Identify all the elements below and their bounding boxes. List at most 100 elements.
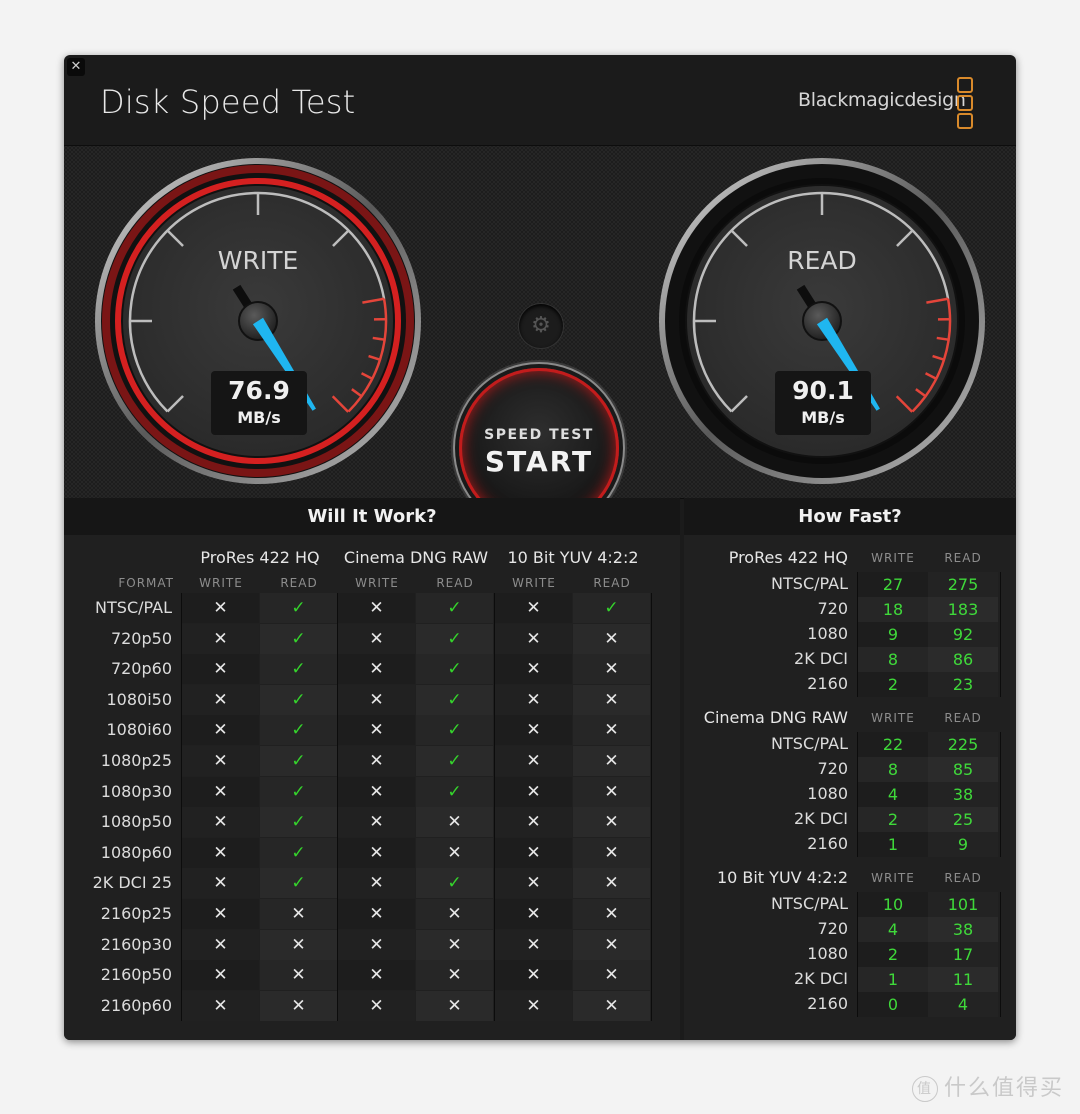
check-icon: ✓ bbox=[260, 593, 337, 623]
close-icon[interactable]: ✕ bbox=[67, 58, 85, 76]
write-speed-cell: 18 bbox=[858, 597, 928, 622]
cross-icon: ✕ bbox=[182, 623, 259, 654]
cross-icon: ✕ bbox=[573, 746, 650, 776]
cross-icon: ✕ bbox=[338, 776, 415, 807]
format-label: 1080p25 bbox=[100, 751, 172, 770]
cross-icon: ✕ bbox=[573, 868, 650, 899]
col-header-read: READ bbox=[944, 871, 982, 885]
read-speed-cell: 225 bbox=[928, 732, 998, 757]
speed-format-label: 2K DCI bbox=[794, 649, 848, 668]
cross-icon: ✕ bbox=[338, 715, 415, 746]
read-speed-cell: 92 bbox=[928, 622, 998, 647]
speed-format-label: 1080 bbox=[807, 624, 848, 643]
check-icon: ✓ bbox=[573, 593, 650, 623]
cross-icon: ✕ bbox=[338, 684, 415, 715]
cross-icon: ✕ bbox=[260, 929, 337, 960]
cross-icon: ✕ bbox=[495, 868, 572, 899]
cross-icon: ✕ bbox=[416, 807, 493, 838]
cross-icon: ✕ bbox=[573, 990, 650, 1021]
watermark-text: 什么值得买 bbox=[944, 1076, 1065, 1101]
cross-icon: ✕ bbox=[495, 623, 572, 654]
write-speed-cell: 2 bbox=[858, 807, 928, 832]
column-divider bbox=[857, 892, 858, 1017]
write-speed-cell: 9 bbox=[858, 622, 928, 647]
watermark: 值什么值得买 bbox=[912, 1070, 1064, 1102]
cross-icon: ✕ bbox=[416, 960, 493, 991]
cross-icon: ✕ bbox=[260, 899, 337, 929]
format-label: NTSC/PAL bbox=[95, 598, 172, 617]
speed-format-label: 720 bbox=[817, 599, 848, 618]
format-label: 1080i60 bbox=[106, 720, 172, 740]
speed-format-label: NTSC/PAL bbox=[771, 894, 848, 913]
cross-icon: ✕ bbox=[573, 899, 650, 929]
settings-button[interactable]: ⚙ bbox=[519, 304, 563, 348]
app-title: Disk Speed Test bbox=[100, 83, 356, 121]
read-readout: 90.1 MB/s bbox=[775, 371, 871, 435]
read-speed-cell: 275 bbox=[928, 572, 998, 597]
cross-icon: ✕ bbox=[495, 684, 572, 715]
cross-icon: ✕ bbox=[573, 654, 650, 685]
cross-icon: ✕ bbox=[182, 684, 259, 715]
col-header-write: WRITE bbox=[871, 871, 915, 885]
cross-icon: ✕ bbox=[338, 837, 415, 868]
read-speed-cell: 4 bbox=[928, 992, 998, 1017]
group-title: Cinema DNG RAW bbox=[343, 548, 489, 567]
check-icon: ✓ bbox=[260, 837, 337, 868]
write-speed-cell: 0 bbox=[858, 992, 928, 1017]
write-speed-cell: 27 bbox=[858, 572, 928, 597]
speed-group-title: Cinema DNG RAW bbox=[703, 708, 848, 727]
brand-name: Blackmagicdesign bbox=[798, 89, 966, 111]
check-icon: ✓ bbox=[416, 623, 493, 654]
format-label: 2160p25 bbox=[100, 904, 172, 923]
speed-format-label: 2K DCI bbox=[794, 969, 848, 988]
write-gauge-label: WRITE bbox=[217, 246, 299, 275]
speed-format-label: 720 bbox=[817, 759, 848, 778]
brand-logo-icon bbox=[957, 77, 973, 131]
cross-icon: ✕ bbox=[495, 715, 572, 746]
column-divider bbox=[494, 593, 495, 1022]
cross-icon: ✕ bbox=[573, 684, 650, 715]
cross-icon: ✕ bbox=[495, 807, 572, 838]
speed-group-title: 10 Bit YUV 4:2:2 bbox=[716, 868, 848, 887]
write-speed-cell: 8 bbox=[858, 757, 928, 782]
cross-icon: ✕ bbox=[573, 929, 650, 960]
format-label: 2160p50 bbox=[100, 965, 172, 985]
read-speed-cell: 9 bbox=[928, 832, 998, 857]
cross-icon: ✕ bbox=[338, 868, 415, 899]
format-label: 1080p50 bbox=[100, 812, 172, 832]
cross-icon: ✕ bbox=[338, 807, 415, 838]
col-header-write: WRITE bbox=[871, 551, 915, 565]
cross-icon: ✕ bbox=[182, 746, 259, 776]
format-label: 1080p30 bbox=[100, 781, 172, 801]
cross-icon: ✕ bbox=[495, 990, 572, 1021]
cross-icon: ✕ bbox=[573, 715, 650, 746]
column-divider bbox=[651, 593, 652, 1022]
cross-icon: ✕ bbox=[495, 837, 572, 868]
read-speed-cell: 23 bbox=[928, 672, 998, 697]
cross-icon: ✕ bbox=[260, 990, 337, 1021]
col-header-read: READ bbox=[280, 576, 318, 590]
start-button-label: START bbox=[484, 445, 594, 478]
cross-icon: ✕ bbox=[182, 960, 259, 991]
write-readout: 76.9 MB/s bbox=[211, 371, 307, 435]
cross-icon: ✕ bbox=[338, 899, 415, 929]
col-header-write: WRITE bbox=[355, 576, 399, 590]
column-divider bbox=[181, 593, 182, 1022]
cross-icon: ✕ bbox=[182, 929, 259, 960]
column-divider bbox=[857, 572, 858, 697]
speed-format-label: 2K DCI bbox=[794, 809, 848, 828]
cross-icon: ✕ bbox=[573, 837, 650, 868]
will-it-work-panel: Will It Work? ProRes 422 HQ WRITE READ Cine… bbox=[64, 498, 680, 1040]
cross-icon: ✕ bbox=[182, 868, 259, 899]
cross-icon: ✕ bbox=[338, 654, 415, 685]
read-gauge-red-tick bbox=[936, 336, 949, 341]
cross-icon: ✕ bbox=[338, 960, 415, 991]
how-fast-title: How Fast? bbox=[684, 498, 1016, 535]
speed-format-label: 1080 bbox=[807, 784, 848, 803]
write-speed-cell: 2 bbox=[858, 942, 928, 967]
cross-icon: ✕ bbox=[573, 776, 650, 807]
speed-format-label: NTSC/PAL bbox=[771, 574, 848, 593]
col-header-write: WRITE bbox=[512, 576, 556, 590]
column-divider bbox=[337, 593, 338, 1022]
cross-icon: ✕ bbox=[573, 807, 650, 838]
